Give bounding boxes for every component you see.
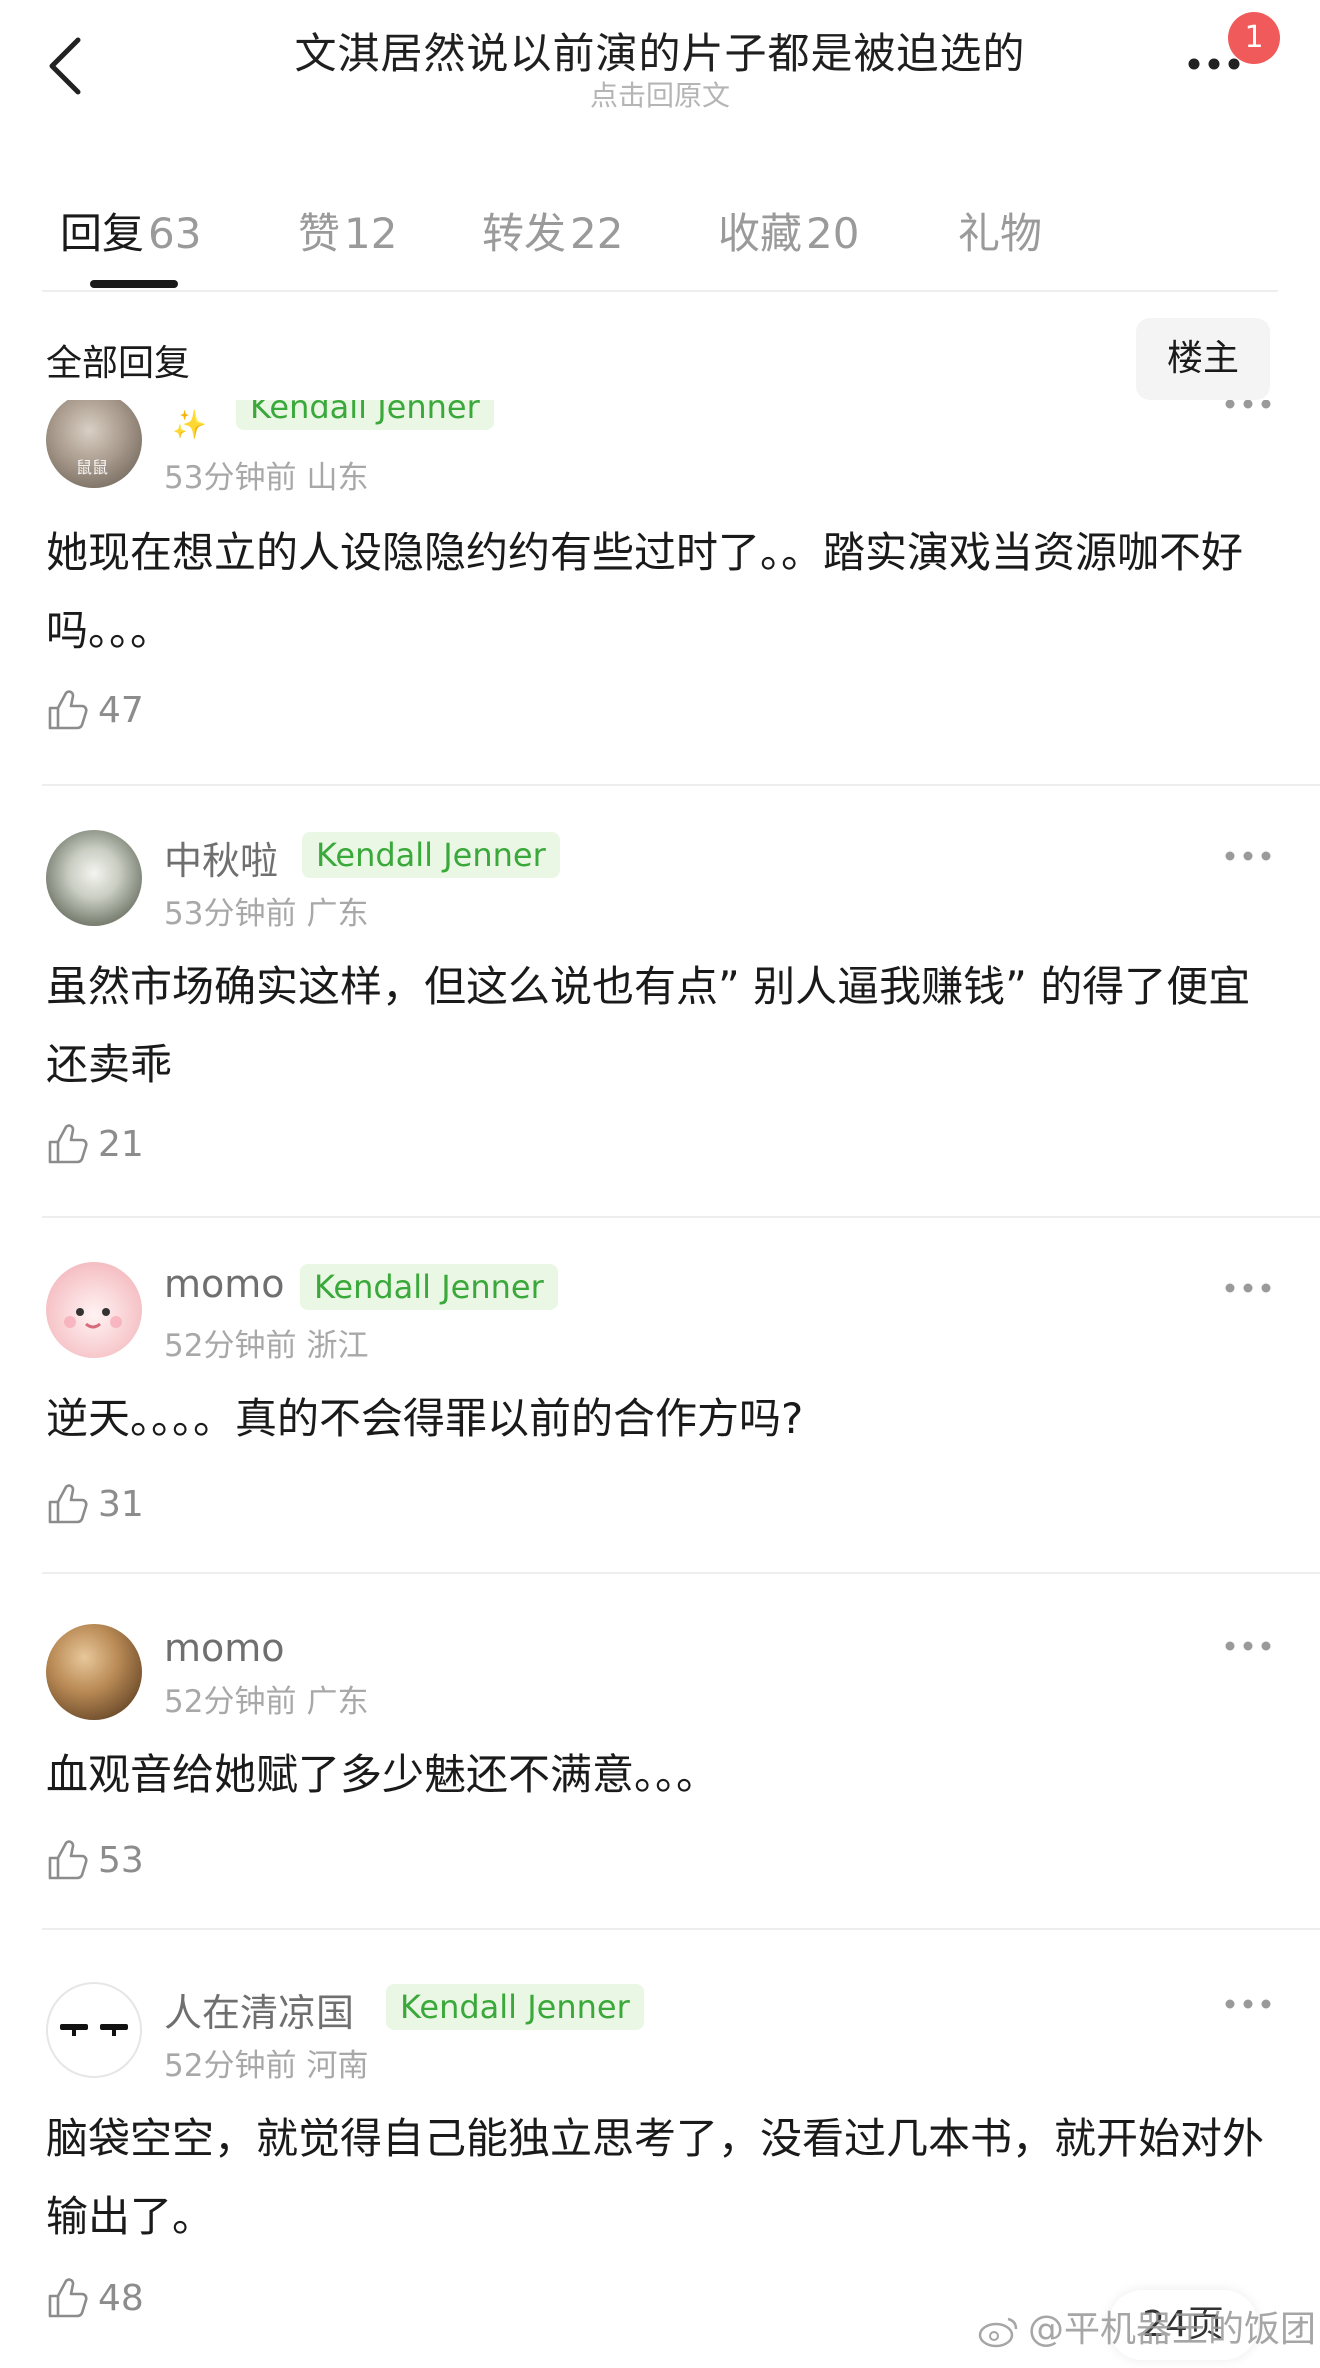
comment-location: 山东 <box>306 460 369 496</box>
avatar[interactable] <box>46 1624 142 1720</box>
tab-count: 63 <box>148 209 202 258</box>
tab-favorites[interactable]: 收藏20 <box>718 200 859 261</box>
avatar[interactable] <box>46 830 142 926</box>
notification-badge[interactable]: 1 <box>1228 12 1280 64</box>
comment-meta: 53分钟前 广东 <box>164 888 368 933</box>
comment-item: momo 52分钟前 广东 血观音给她赋了多少魅还不满意。。。 53 <box>0 1614 1320 1924</box>
sparkle-icon: ✨ <box>172 408 207 441</box>
thumbs-up-icon <box>48 1840 88 1880</box>
all-replies-label: 全部回复 <box>46 343 191 384</box>
comment-item: 鼠鼠 Kendall Jenner ✨ 53分钟前 山东 她现在想立的人设隐隐约约… <box>0 400 1320 780</box>
tab-reposts[interactable]: 转发22 <box>482 200 623 261</box>
comment-location: 广东 <box>306 896 369 932</box>
like-count: 47 <box>98 690 144 731</box>
comment-more-icon[interactable] <box>1222 836 1274 876</box>
tab-likes[interactable]: 赞12 <box>298 200 397 261</box>
post-title[interactable]: 文淇居然说以前演的片子都是被迫选的 <box>160 20 1160 81</box>
comment-meta: 52分钟前 广东 <box>164 1676 368 1721</box>
tab-gifts[interactable]: 礼物 <box>958 200 1042 261</box>
like-count: 48 <box>98 2278 144 2319</box>
divider <box>42 1928 1320 1930</box>
comment-meta: 52分钟前 河南 <box>164 2040 368 2085</box>
comment-item: momo Kendall Jenner 52分钟前 浙江 逆天。。。。真的不会得罪… <box>0 1258 1320 1568</box>
user-badge[interactable]: Kendall Jenner <box>386 1984 644 2030</box>
weibo-watermark: @平机器王的饭团 <box>978 2300 1316 2352</box>
comment-meta: 53分钟前 山东 <box>164 452 368 497</box>
like-count: 53 <box>98 1840 144 1881</box>
thumbs-up-icon <box>48 1124 88 1164</box>
thumbs-up-icon <box>48 690 88 730</box>
comment-text: 脑袋空空，就觉得自己能独立思考了，没看过几本书，就开始对外输出了。 <box>46 2114 1265 2241</box>
active-tab-indicator <box>90 280 178 288</box>
thumbs-up-icon <box>48 1484 88 1524</box>
tab-count: 12 <box>344 209 398 258</box>
tab-label: 回复 <box>60 209 145 258</box>
avatar-face <box>64 1308 122 1329</box>
tab-replies[interactable]: 回复63 <box>60 200 201 261</box>
divider <box>42 290 1278 292</box>
comment-more-icon[interactable] <box>1222 400 1274 424</box>
owner-filter-button[interactable]: 楼主 <box>1136 318 1270 400</box>
comment-location: 广东 <box>306 1684 369 1720</box>
tab-bar: 回复63 赞12 转发22 收藏20 礼物 <box>0 190 1320 290</box>
comment-text: 血观音给她赋了多少魅还不满意。。。 <box>46 1750 719 1799</box>
avatar[interactable] <box>46 1982 142 2078</box>
divider <box>42 1216 1320 1218</box>
weibo-logo-icon <box>978 2317 1018 2348</box>
comment-more-icon[interactable] <box>1222 1626 1274 1666</box>
comment-time: 52分钟前 <box>164 1328 297 1364</box>
back-icon[interactable] <box>40 32 92 100</box>
top-bar: 文淇居然说以前演的片子都是被迫选的 点击回原文 1 <box>0 0 1320 130</box>
comment-time: 53分钟前 <box>164 896 297 932</box>
comment-text: 虽然市场确实这样，但这么说也有点” 别人逼我赚钱” 的得了便宜还卖乖 <box>46 962 1251 1089</box>
comment-item: 中秋啦 Kendall Jenner 53分钟前 广东 虽然市场确实这样，但这么说… <box>0 826 1320 1206</box>
comment-location: 河南 <box>306 2048 369 2084</box>
comment-username[interactable]: momo <box>164 1262 285 1306</box>
user-badge[interactable]: Kendall Jenner <box>302 832 560 878</box>
comment-more-icon[interactable] <box>1222 1268 1274 1308</box>
comment-text: 逆天。。。。真的不会得罪以前的合作方吗? <box>46 1394 804 1443</box>
avatar[interactable] <box>46 1262 142 1358</box>
tab-count: 20 <box>806 209 860 258</box>
tab-count: 22 <box>570 209 624 258</box>
avatar-face <box>60 2024 128 2036</box>
comment-meta: 52分钟前 浙江 <box>164 1320 368 1365</box>
comment-more-icon[interactable] <box>1222 1984 1274 2024</box>
comment-text: 她现在想立的人设隐隐约约有些过时了。。踏实演戏当资源咖不好吗。。。 <box>46 528 1244 655</box>
comment-time: 52分钟前 <box>164 1684 297 1720</box>
tab-label: 转发 <box>482 209 567 258</box>
comment-location: 浙江 <box>306 1328 369 1364</box>
thumbs-up-icon <box>48 2278 88 2318</box>
comment-username[interactable]: 中秋啦 <box>164 830 278 885</box>
tab-label: 礼物 <box>958 209 1043 258</box>
user-badge[interactable]: Kendall Jenner <box>300 1264 558 1310</box>
back-to-original-link[interactable]: 点击回原文 <box>160 74 1160 114</box>
comment-time: 52分钟前 <box>164 2048 297 2084</box>
watermark-text: @平机器王的饭团 <box>1028 2309 1317 2350</box>
divider <box>42 784 1320 786</box>
like-count: 21 <box>98 1124 144 1165</box>
comment-time: 53分钟前 <box>164 460 297 496</box>
avatar[interactable]: 鼠鼠 <box>46 400 142 488</box>
tab-label: 赞 <box>298 209 341 258</box>
comment-username[interactable]: momo <box>164 1626 285 1670</box>
user-badge[interactable]: Kendall Jenner <box>236 400 494 430</box>
tab-label: 收藏 <box>718 209 803 258</box>
divider <box>42 1572 1320 1574</box>
avatar-caption: 鼠鼠 <box>76 458 109 477</box>
comment-username[interactable]: 人在清凉国 <box>164 1982 354 2037</box>
like-count: 31 <box>98 1484 144 1525</box>
